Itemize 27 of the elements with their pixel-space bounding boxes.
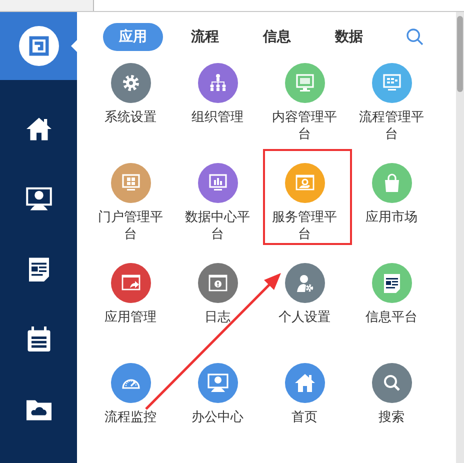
app-label[interactable]: 日志 (182, 309, 252, 326)
logo-icon[interactable] (18, 26, 58, 66)
app-label[interactable]: 服务管理平台 (270, 209, 340, 243)
active-pointer (71, 40, 77, 52)
app-label[interactable]: 流程管理平台 (356, 109, 426, 143)
app-label[interactable]: 信息平台 (356, 309, 426, 326)
app-label[interactable]: 个人设置 (270, 309, 340, 326)
home-icon (292, 371, 316, 395)
app-label[interactable]: 流程监控 (96, 409, 166, 426)
app-icon-circle[interactable] (372, 263, 412, 303)
app-label[interactable]: 首页 (270, 409, 340, 426)
app-label[interactable]: 应用管理 (96, 309, 166, 326)
app-label[interactable]: 系统设置 (96, 109, 166, 126)
app-label[interactable]: 组织管理 (182, 109, 252, 126)
tab[interactable]: 数据 (319, 22, 379, 50)
app-label[interactable]: 办公中心 (182, 409, 252, 426)
scrollbar-thumb[interactable] (457, 16, 463, 92)
app-label[interactable]: 搜索 (356, 409, 426, 426)
scrollbar[interactable] (456, 12, 464, 463)
app-label[interactable]: 应用市场 (356, 209, 426, 226)
tab[interactable]: 流程 (175, 22, 235, 50)
tab[interactable]: 信息 (247, 22, 307, 50)
search-icon[interactable] (405, 26, 425, 46)
monitor-person-icon (206, 371, 230, 395)
app-label[interactable]: 门户管理平台 (96, 209, 166, 243)
app-label[interactable]: 数据中心平台 (182, 209, 252, 243)
app-label[interactable]: 内容管理平台 (270, 109, 340, 143)
